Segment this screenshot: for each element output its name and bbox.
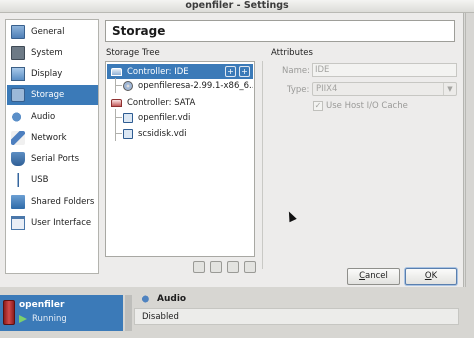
storage-tree-toolbar: [193, 261, 261, 273]
ok-button[interactable]: OK: [405, 268, 457, 285]
vm-list-item[interactable]: openfiler Running: [0, 295, 123, 331]
audio-status-value: Disabled: [142, 312, 179, 322]
attributes-label: Attributes: [271, 48, 313, 58]
cancel-button[interactable]: Cancel: [347, 268, 400, 285]
host-io-cache-label: Use Host I/O Cache: [326, 101, 408, 111]
system-icon: [11, 46, 25, 60]
section-divider: [262, 61, 263, 269]
sidebar-item-label: Audio: [31, 112, 56, 122]
audio-section-header[interactable]: Audio: [134, 291, 459, 306]
type-select[interactable]: PIIX4 ▼: [312, 82, 457, 96]
tree-row-controller-ide[interactable]: Controller: IDE + +: [107, 64, 253, 79]
page-heading-box: Storage: [105, 20, 455, 42]
host-io-cache-checkbox[interactable]: ✓: [313, 101, 323, 111]
sidebar-item-usb[interactable]: USB: [7, 170, 98, 190]
sidebar-item-display[interactable]: Display: [7, 64, 98, 84]
storage-icon: [11, 88, 25, 102]
name-field[interactable]: IDE: [312, 63, 457, 77]
audio-icon: [11, 110, 25, 124]
vm-manager-background: openfiler Running Audio Disabled: [0, 287, 474, 338]
type-label: Type:: [287, 85, 310, 95]
hard-disk-icon: [123, 112, 133, 123]
ok-button-label: K: [431, 271, 438, 281]
background-scrollbar[interactable]: [465, 13, 474, 287]
sidebar-item-storage[interactable]: Storage: [7, 85, 98, 105]
sidebar-item-shared-folders[interactable]: Shared Folders: [7, 192, 98, 212]
storage-tree-label: Storage Tree: [106, 48, 160, 58]
sidebar-item-label: General: [31, 27, 65, 37]
cancel-button-label: ancel: [365, 271, 388, 281]
add-disk-icon[interactable]: +: [239, 66, 250, 77]
sidebar-item-label: User Interface: [31, 218, 92, 228]
title-bar: openfiler - Settings: [0, 0, 474, 13]
audio-section-title: Audio: [157, 293, 187, 304]
remove-controller-icon[interactable]: [210, 261, 222, 273]
tree-row-label: Controller: SATA: [127, 97, 196, 108]
settings-sidebar: General System Display Storage Audio Net…: [5, 19, 99, 274]
tree-row-disk[interactable]: openfiler.vdi: [123, 110, 253, 125]
page-title: Storage: [112, 24, 166, 38]
details-audio-section: Audio Disabled: [134, 291, 459, 331]
running-state-icon: [19, 315, 27, 323]
sidebar-item-label: System: [31, 48, 63, 58]
vm-state: Running: [32, 314, 67, 324]
sidebar-item-label: Serial Ports: [31, 154, 80, 164]
user-interface-icon: [11, 216, 25, 230]
sidebar-item-label: Shared Folders: [31, 197, 95, 207]
sidebar-item-network[interactable]: Network: [7, 128, 98, 148]
name-label: Name:: [282, 66, 310, 76]
sidebar-item-general[interactable]: General: [7, 22, 98, 42]
display-icon: [11, 67, 25, 81]
tree-connector: [115, 117, 122, 118]
sidebar-item-label: USB: [31, 175, 49, 185]
serial-ports-icon: [11, 152, 25, 166]
tree-connector: [115, 133, 122, 134]
general-icon: [11, 25, 25, 39]
add-cd-icon[interactable]: +: [225, 66, 236, 77]
sidebar-item-system[interactable]: System: [7, 43, 98, 63]
vm-os-icon: [3, 300, 15, 325]
tree-row-label: openfileresa-2.99.1-x86_6...: [138, 80, 253, 91]
sidebar-item-label: Display: [31, 69, 63, 79]
tree-row-label: Controller: IDE: [127, 66, 189, 77]
sidebar-item-label: Storage: [31, 90, 65, 100]
sidebar-item-user-interface[interactable]: User Interface: [7, 213, 98, 233]
network-icon: [11, 131, 25, 145]
add-attachment-icon[interactable]: [227, 261, 239, 273]
audio-section-body: Disabled: [134, 308, 459, 325]
ide-controller-icon: [111, 67, 122, 76]
type-select-value: PIIX4: [316, 84, 338, 94]
shared-folders-icon: [11, 195, 25, 209]
settings-dialog: General System Display Storage Audio Net…: [0, 13, 464, 299]
tree-row-optical-drive[interactable]: openfileresa-2.99.1-x86_6...: [123, 78, 253, 93]
sidebar-item-label: Network: [31, 133, 67, 143]
chevron-down-icon: ▼: [443, 83, 456, 95]
sidebar-item-audio[interactable]: Audio: [7, 107, 98, 127]
tree-row-label: openfiler.vdi: [138, 112, 191, 123]
cd-icon: [123, 80, 133, 91]
tree-connector: [115, 85, 122, 86]
remove-attachment-icon[interactable]: [244, 261, 256, 273]
tree-row-label: scsidisk.vdi: [138, 128, 187, 139]
sidebar-item-serial-ports[interactable]: Serial Ports: [7, 149, 98, 169]
storage-tree[interactable]: Controller: IDE + + openfileresa-2.99.1-…: [105, 61, 255, 257]
tree-row-disk[interactable]: scsidisk.vdi: [123, 126, 253, 141]
sata-controller-icon: [111, 98, 122, 107]
splitter-handle[interactable]: [125, 295, 132, 331]
audio-icon: [141, 293, 152, 304]
usb-icon: [11, 173, 25, 187]
ok-button-mnemonic: O: [424, 271, 432, 281]
vm-name: openfiler: [19, 300, 65, 310]
window-title: openfiler - Settings: [185, 0, 289, 11]
tree-connector: [115, 109, 116, 141]
tree-row-controller-sata[interactable]: Controller: SATA: [107, 95, 253, 110]
hard-disk-icon: [123, 128, 133, 139]
add-controller-icon[interactable]: [193, 261, 205, 273]
